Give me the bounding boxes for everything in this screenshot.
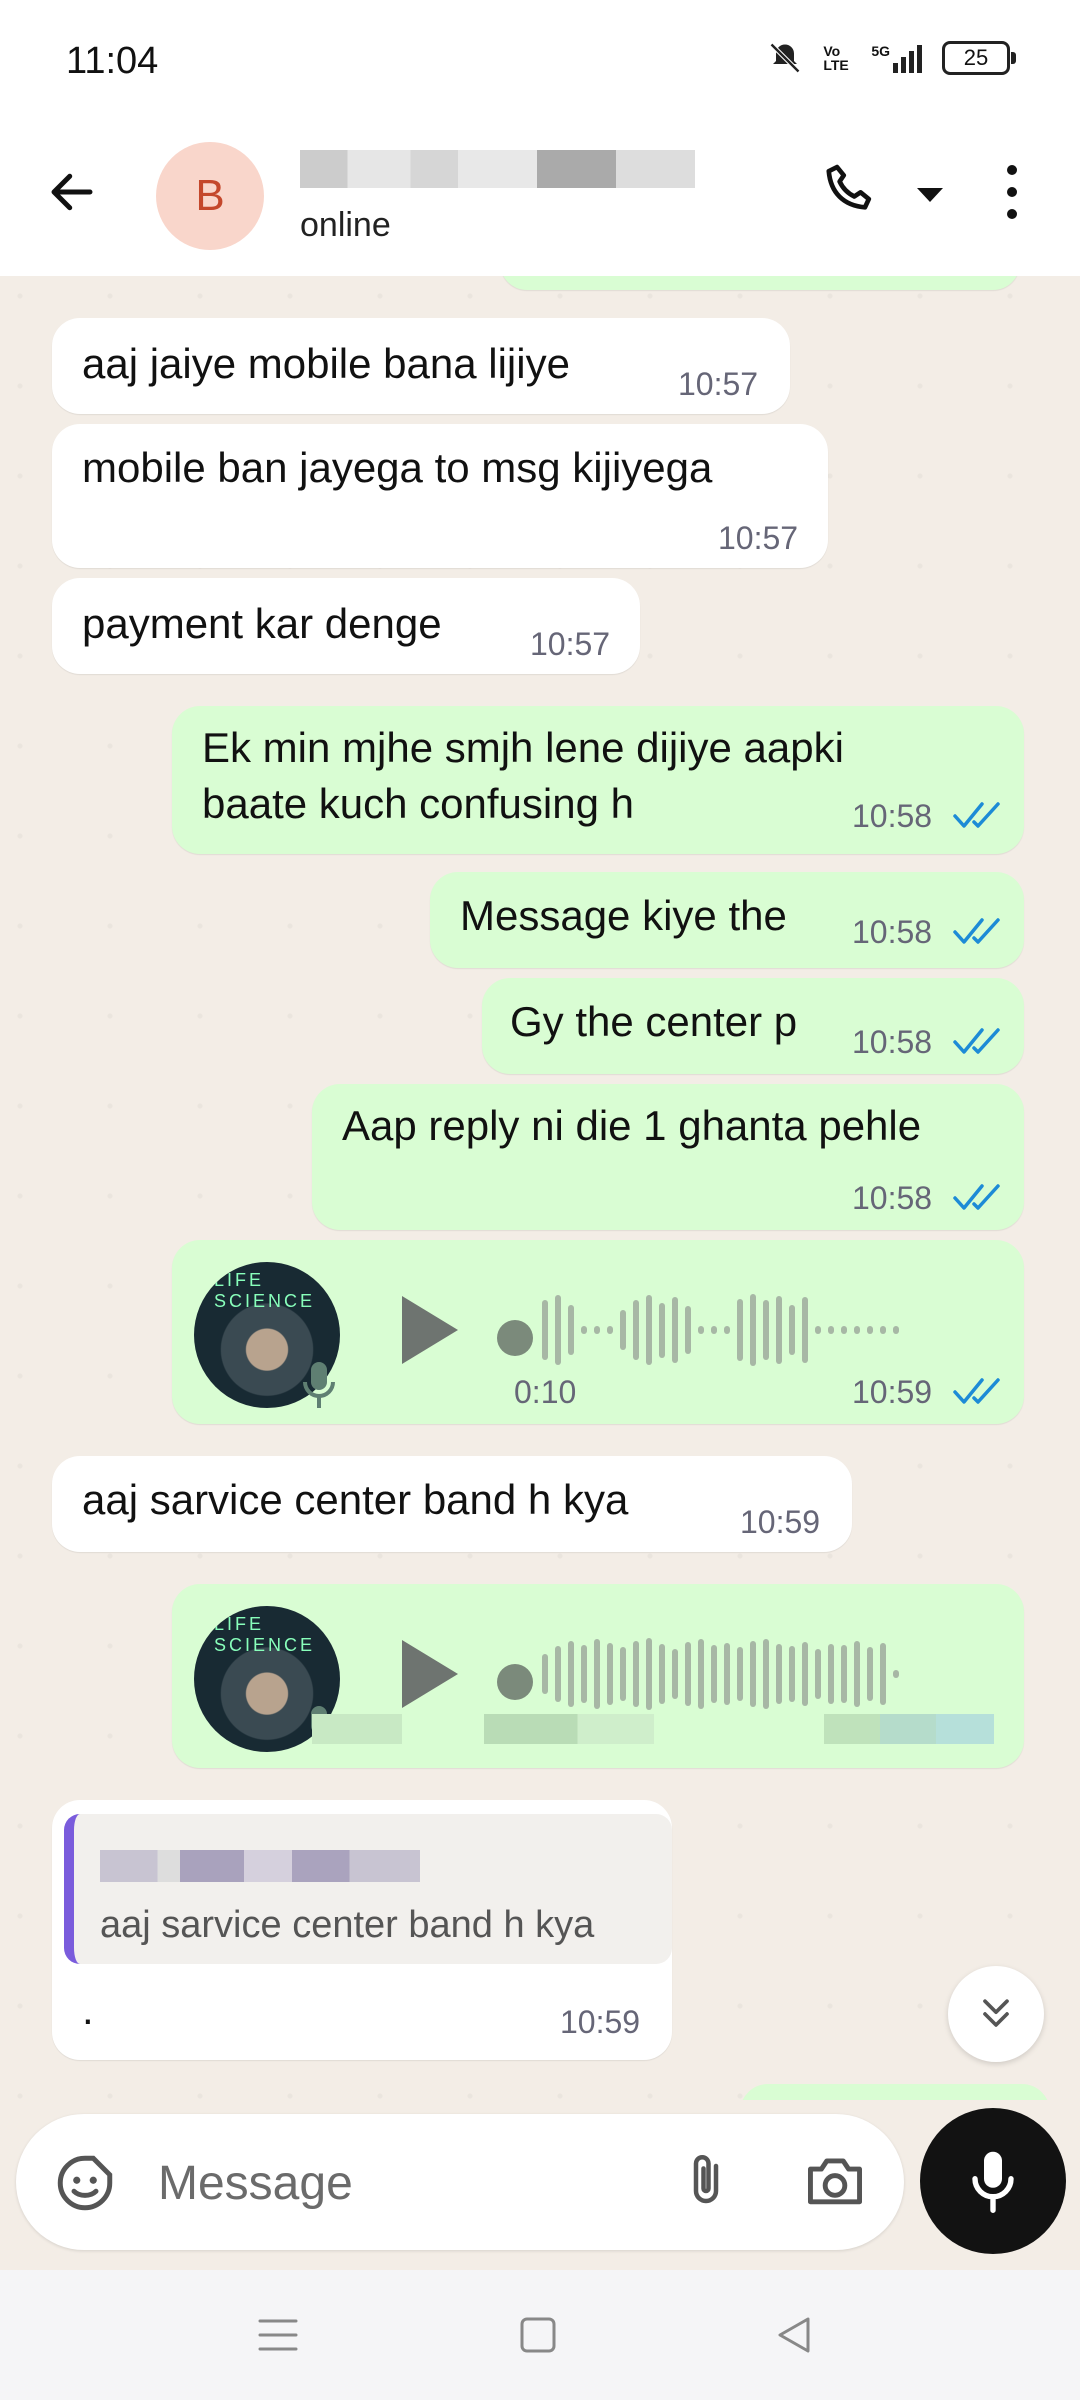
- message-bubble-partial[interactable]: [740, 2084, 1050, 2100]
- audio-scrub-handle[interactable]: [497, 1320, 533, 1356]
- mic-icon: [303, 1362, 335, 1408]
- message-bubble-outgoing[interactable]: Message kiye the 10:58: [430, 872, 1024, 968]
- message-text: .: [82, 1986, 94, 2033]
- message-time: 10:59: [560, 2004, 641, 2040]
- message-text: Message kiye the: [460, 892, 787, 939]
- voice-meta-redacted: [824, 1714, 994, 1744]
- volte-icon: Vo LTE: [823, 43, 849, 73]
- message-time: 10:58: [852, 1180, 933, 1216]
- back-button[interactable]: [40, 160, 104, 224]
- voice-call-button[interactable]: [820, 158, 882, 225]
- message-text: payment kar denge: [82, 600, 442, 647]
- message-time: 10:57: [678, 366, 759, 402]
- voice-duration: 0:10: [514, 1374, 577, 1410]
- contact-name-redacted[interactable]: [300, 150, 695, 188]
- back-triangle-icon[interactable]: [774, 2315, 814, 2355]
- message-text: aaj sarvice center band h kya: [82, 1476, 629, 1523]
- audio-waveform[interactable]: [542, 1290, 1012, 1370]
- message-time: 10:57: [530, 626, 611, 662]
- message-bubble-incoming[interactable]: payment kar denge 10:57: [52, 578, 640, 674]
- scroll-to-bottom-button[interactable]: [948, 1966, 1044, 2062]
- battery-level: 25: [963, 45, 989, 70]
- status-bar: 11:04 Vo LTE 5G 25: [0, 0, 1080, 130]
- avatar-initial: B: [195, 171, 225, 220]
- menu-icon[interactable]: [256, 2315, 300, 2355]
- message-time: 10:59: [740, 1504, 821, 1540]
- chevron-double-down-icon: [983, 1999, 1009, 2027]
- home-square-icon[interactable]: [518, 2315, 558, 2355]
- message-input[interactable]: [156, 2144, 630, 2222]
- chevron-down-icon: [917, 188, 943, 202]
- reply-message-bubble[interactable]: aaj sarvice center band h kya . 10:59: [52, 1800, 672, 2060]
- message-time: 10:59: [852, 1374, 933, 1410]
- message-time: 10:57: [718, 520, 799, 556]
- message-bubble-incoming[interactable]: aaj sarvice center band h kya 10:59: [52, 1456, 852, 1552]
- message-text: Gy the center p: [510, 998, 798, 1045]
- message-text-line-1: Ek min mjhe smjh lene dijiye aapki: [202, 724, 844, 771]
- double-check-icon: [953, 1184, 1000, 1210]
- system-nav-bar: [0, 2270, 1080, 2400]
- more-vertical-icon: [1007, 165, 1017, 219]
- quoted-message-text: aaj sarvice center band h kya: [100, 1904, 595, 1946]
- mic-icon: [972, 2151, 1014, 2213]
- message-text-line-2: baate kuch confusing h: [202, 780, 634, 827]
- voice-record-button[interactable]: [920, 2108, 1066, 2254]
- paperclip-icon[interactable]: [676, 2146, 736, 2216]
- avatar[interactable]: B: [156, 142, 264, 250]
- chat-header: B online: [0, 130, 1080, 276]
- back-arrow-icon: [51, 173, 93, 211]
- message-bubble-partial[interactable]: [500, 276, 1020, 290]
- play-icon[interactable]: [392, 1290, 462, 1370]
- thumbnail-title: LIFE SCIENCE: [214, 1614, 316, 1655]
- audio-scrub-handle[interactable]: [497, 1664, 533, 1700]
- quoted-sender-redacted: [100, 1850, 420, 1882]
- message-time: 10:58: [852, 914, 933, 950]
- battery-icon: 25: [942, 41, 1016, 75]
- play-icon[interactable]: [392, 1634, 462, 1714]
- audio-waveform[interactable]: [542, 1634, 1012, 1714]
- message-bubble-incoming[interactable]: aaj jaiye mobile bana lijiye 10:57: [52, 318, 790, 414]
- status-time: 11:04: [66, 40, 159, 82]
- mute-bell-icon: [770, 42, 801, 74]
- double-check-icon: [953, 1028, 1000, 1054]
- message-bubble-incoming[interactable]: mobile ban jayega to msg kijiyega 10:57: [52, 424, 828, 568]
- voice-meta-redacted: [484, 1714, 654, 1744]
- network-label: 5G: [871, 43, 890, 59]
- message-text: aaj jaiye mobile bana lijiye: [82, 340, 570, 387]
- voice-message-bubble[interactable]: LIFE SCIENCE: [172, 1584, 1024, 1768]
- double-check-icon: [953, 1378, 1000, 1404]
- message-list[interactable]: aaj jaiye mobile bana lijiye 10:57 mobil…: [0, 276, 1080, 2100]
- message-text: Aap reply ni die 1 ghanta pehle: [342, 1102, 922, 1149]
- message-bubble-outgoing[interactable]: Ek min mjhe smjh lene dijiye aapki baate…: [172, 706, 1024, 854]
- message-text: mobile ban jayega to msg kijiyega: [82, 444, 713, 491]
- double-check-icon: [953, 918, 1000, 944]
- voice-message-bubble[interactable]: LIFE SCIENCE 0:10 10:59: [172, 1240, 1024, 1424]
- message-time: 10:58: [852, 798, 933, 834]
- composer: [0, 2100, 1080, 2270]
- signal-icon: 5G: [871, 43, 922, 73]
- contact-status: online: [300, 206, 391, 244]
- status-icons: Vo LTE 5G 25: [767, 40, 1016, 76]
- camera-icon[interactable]: [802, 2150, 868, 2210]
- message-input-container: [16, 2114, 904, 2250]
- call-options-dropdown[interactable]: [915, 185, 945, 210]
- thumbnail-title: LIFE SCIENCE: [214, 1270, 316, 1311]
- voice-meta-redacted: [312, 1714, 402, 1744]
- phone-icon: [826, 164, 872, 210]
- message-bubble-outgoing[interactable]: Gy the center p 10:58: [482, 978, 1024, 1074]
- double-check-icon: [953, 802, 1000, 828]
- message-time: 10:58: [852, 1024, 933, 1060]
- more-options-button[interactable]: [1000, 162, 1024, 227]
- emoji-sticker-icon[interactable]: [52, 2150, 118, 2216]
- message-bubble-outgoing[interactable]: Aap reply ni die 1 ghanta pehle 10:58: [312, 1084, 1024, 1230]
- quoted-message[interactable]: aaj sarvice center band h kya: [64, 1814, 672, 1964]
